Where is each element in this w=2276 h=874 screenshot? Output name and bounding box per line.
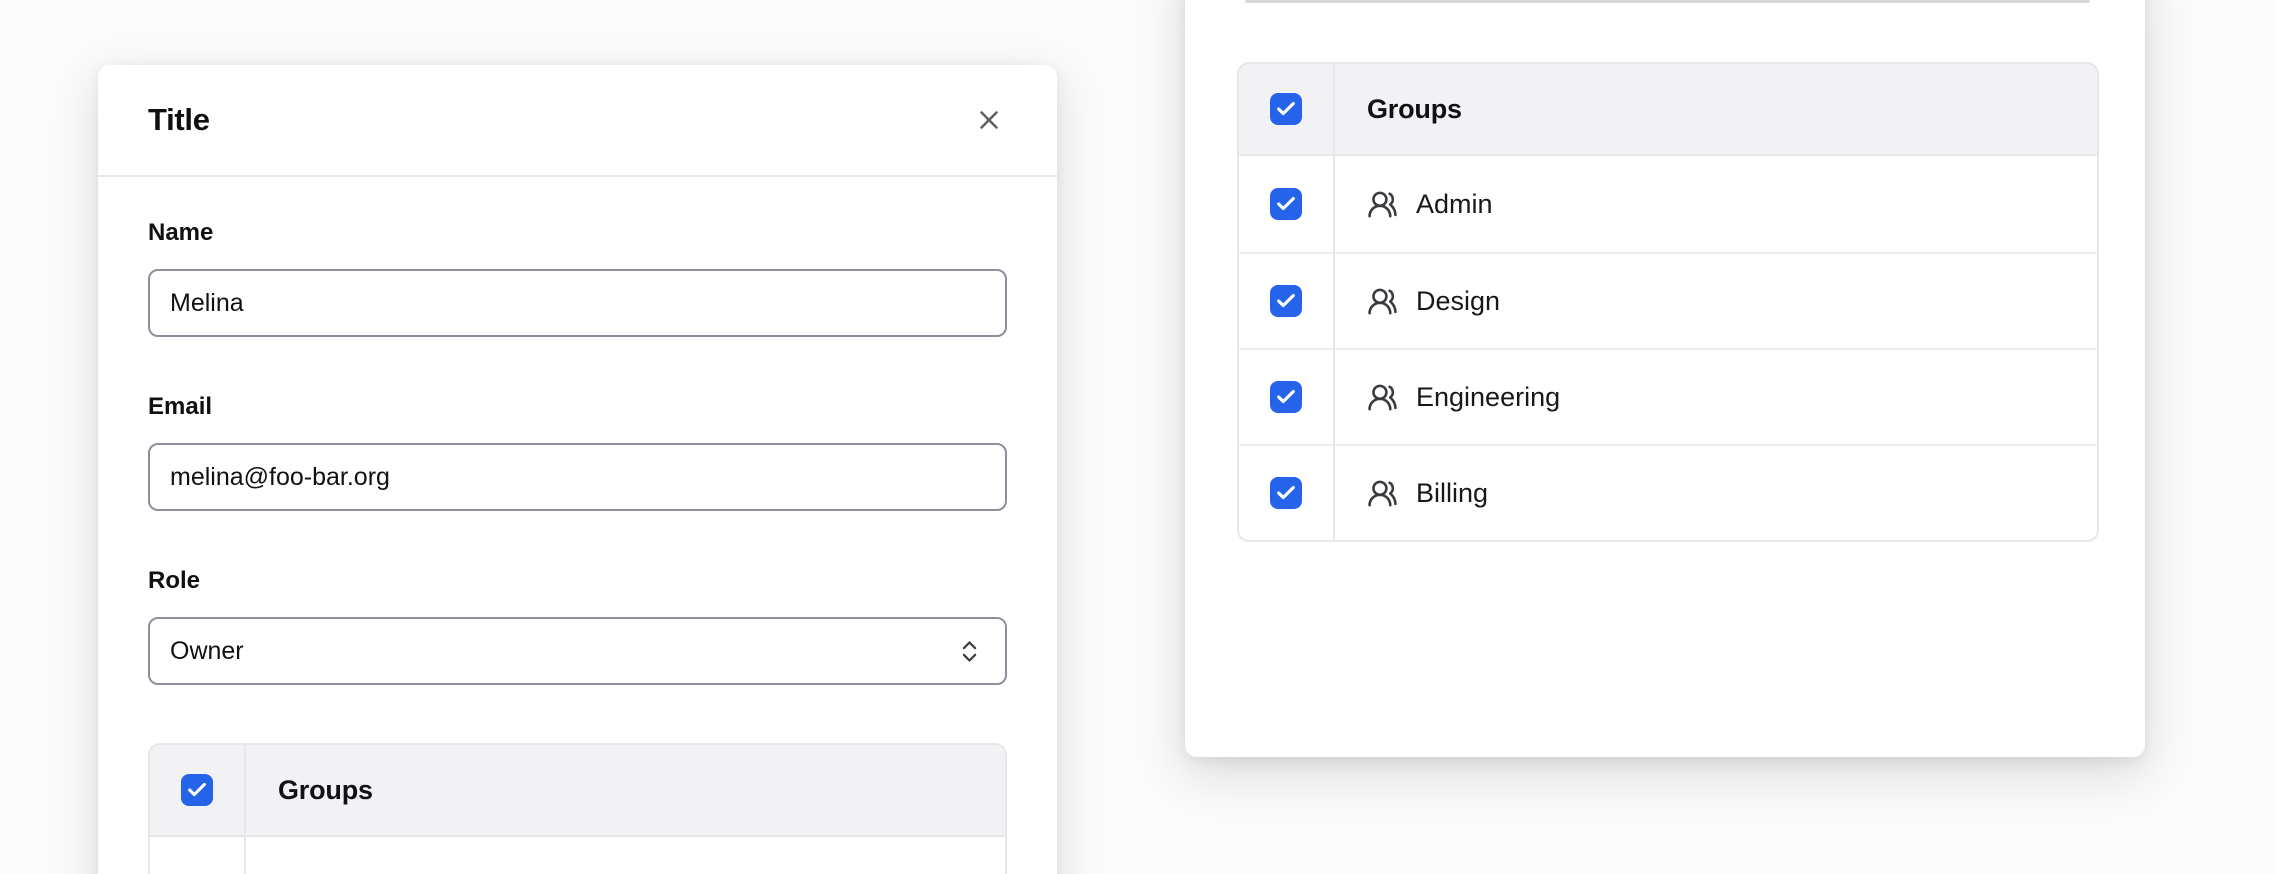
groups-select-all-checkbox[interactable] xyxy=(1270,93,1302,125)
modal-groups-table: Groups xyxy=(148,743,1007,874)
row-checkbox[interactable] xyxy=(1270,285,1302,317)
x-icon xyxy=(974,105,1004,135)
check-icon xyxy=(1275,290,1297,312)
role-select[interactable]: Owner xyxy=(148,617,1007,685)
check-icon xyxy=(1275,386,1297,408)
groups-panel: Groups Admin xyxy=(1185,0,2145,757)
table-row-design[interactable]: Design xyxy=(1239,252,2097,348)
row-checkbox-cell xyxy=(1239,156,1335,252)
page-canvas: Title Name Email Role Owner xyxy=(0,0,2276,874)
row-checkbox-cell xyxy=(1239,254,1335,348)
name-input[interactable] xyxy=(148,269,1007,337)
table-row-engineering[interactable]: Engineering xyxy=(1239,348,2097,444)
header-checkbox-cell xyxy=(1239,64,1335,154)
row-label-cell: Billing xyxy=(1335,446,2097,540)
check-icon xyxy=(1275,193,1297,215)
groups-header-label-cell: Groups xyxy=(1335,64,2097,154)
users-icon xyxy=(1367,189,1398,220)
chevrons-up-down-icon xyxy=(956,638,983,665)
row-label: Billing xyxy=(1416,478,1488,509)
row-checkbox[interactable] xyxy=(1270,477,1302,509)
table-row-billing[interactable]: Billing xyxy=(1239,444,2097,540)
name-field-label: Name xyxy=(148,219,1007,247)
check-icon xyxy=(1275,482,1297,504)
row-label-cell: Design xyxy=(1335,254,2097,348)
role-field-group: Role Owner xyxy=(148,567,1007,685)
row-checkbox-cell xyxy=(1239,350,1335,444)
groups-header-label-cell: Groups xyxy=(246,745,1005,835)
row-checkbox[interactable] xyxy=(1270,188,1302,220)
row-label-cell: Admin xyxy=(1335,156,2097,252)
users-icon xyxy=(1367,286,1398,317)
modal-groups-table-header: Groups xyxy=(150,745,1005,837)
groups-table-header: Groups xyxy=(1239,64,2097,156)
users-icon xyxy=(1367,478,1398,509)
row-label-cell: Engineering xyxy=(1335,350,2097,444)
row-label: Admin xyxy=(1416,189,1493,220)
edit-user-modal: Title Name Email Role Owner xyxy=(98,65,1057,874)
clipped-row-checkbox-cell xyxy=(150,837,246,874)
row-checkbox-cell xyxy=(1239,446,1335,540)
close-button[interactable] xyxy=(967,98,1011,142)
groups-select-all-checkbox[interactable] xyxy=(181,774,213,806)
groups-table: Groups Admin xyxy=(1237,62,2099,542)
clipped-table-row xyxy=(150,837,1005,874)
check-icon xyxy=(186,779,208,801)
header-checkbox-cell xyxy=(150,745,246,835)
row-label: Design xyxy=(1416,286,1500,317)
clipped-row-label-cell xyxy=(246,837,1005,874)
modal-body: Name Email Role Owner xyxy=(98,177,1057,874)
email-input[interactable] xyxy=(148,443,1007,511)
clipped-table-bottom-border xyxy=(1245,0,2090,3)
email-field-group: Email xyxy=(148,393,1007,511)
groups-header-label: Groups xyxy=(1367,94,1462,125)
role-select-value: Owner xyxy=(170,637,244,666)
email-field-label: Email xyxy=(148,393,1007,421)
table-row-admin[interactable]: Admin xyxy=(1239,156,2097,252)
role-field-label: Role xyxy=(148,567,1007,595)
check-icon xyxy=(1275,98,1297,120)
groups-header-label: Groups xyxy=(278,775,373,806)
modal-title: Title xyxy=(148,102,210,138)
row-label: Engineering xyxy=(1416,382,1560,413)
users-icon xyxy=(1367,382,1398,413)
modal-header: Title xyxy=(98,65,1057,177)
name-field-group: Name xyxy=(148,219,1007,337)
row-checkbox[interactable] xyxy=(1270,381,1302,413)
